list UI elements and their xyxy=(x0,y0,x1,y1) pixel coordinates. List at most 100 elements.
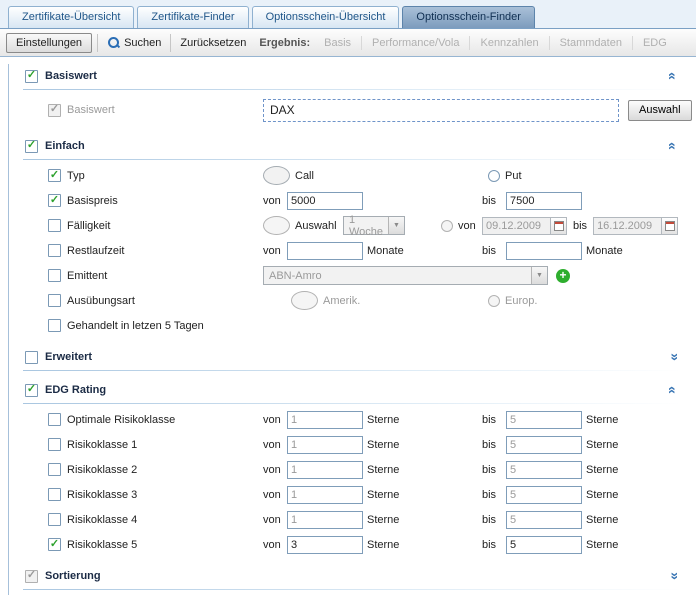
datum-bis-input[interactable] xyxy=(593,217,661,235)
checkbox-section-edg-rating[interactable] xyxy=(25,384,38,397)
bis-input[interactable] xyxy=(506,536,582,554)
expand-icon[interactable] xyxy=(666,350,680,364)
basiswert-row-label: Basiswert xyxy=(67,104,263,116)
radio-datum-zeitraum[interactable] xyxy=(441,220,453,232)
collapse-icon[interactable] xyxy=(666,139,680,153)
von-label: von xyxy=(263,439,287,451)
radio-call[interactable] xyxy=(263,166,290,185)
add-emittent-icon[interactable] xyxy=(556,269,570,283)
bis-input[interactable] xyxy=(506,511,582,529)
result-tab-stammdaten[interactable]: Stammdaten xyxy=(555,37,627,49)
checkbox-risikoklasse-5[interactable] xyxy=(48,538,61,551)
europ-label: Europ. xyxy=(505,295,537,307)
calendar-button[interactable] xyxy=(661,217,678,235)
section-header-erweitert: Erweitert xyxy=(9,345,696,369)
sterne-label: Sterne xyxy=(586,464,618,476)
checkbox-risikoklasse-2[interactable] xyxy=(48,463,61,476)
radio-auswahl-zeitraum[interactable] xyxy=(263,216,290,235)
checkbox-faelligkeit[interactable] xyxy=(48,219,61,232)
dropdown-arrow-icon xyxy=(388,217,404,234)
zeitraum-select[interactable]: 1 Woche xyxy=(343,216,405,235)
bis-label: bis xyxy=(482,245,506,257)
bis-input[interactable] xyxy=(506,461,582,479)
emittent-row: Emittent ABN-Amro xyxy=(9,263,696,288)
emittent-select[interactable]: ABN-Amro xyxy=(263,266,548,285)
tab-bar: Zertifikate-Übersicht Zertifikate-Finder… xyxy=(0,0,696,29)
checkbox-risikoklasse-4[interactable] xyxy=(48,513,61,526)
radio-put[interactable] xyxy=(488,170,500,182)
von-input[interactable] xyxy=(287,411,363,429)
tab-optionsschein-finder[interactable]: Optionsschein-Finder xyxy=(402,6,535,28)
von-input[interactable] xyxy=(287,511,363,529)
result-tab-basis[interactable]: Basis xyxy=(319,37,356,49)
basispreis-von-input[interactable] xyxy=(287,192,363,210)
calendar-icon xyxy=(665,221,675,231)
suchen-button[interactable]: Suchen xyxy=(103,36,165,49)
collapse-icon[interactable] xyxy=(666,383,680,397)
von-input[interactable] xyxy=(287,461,363,479)
section-edg-rating: EDG Rating Optimale Risikoklasse von Ste… xyxy=(9,378,696,557)
sterne-label: Sterne xyxy=(586,489,618,501)
checkbox-gehandelt[interactable] xyxy=(48,319,61,332)
toolbar-separator xyxy=(97,34,98,52)
datum-von-input[interactable] xyxy=(482,217,550,235)
checkbox-risikoklasse-3[interactable] xyxy=(48,488,61,501)
checkbox-basiswert[interactable] xyxy=(48,104,61,117)
checkbox-section-basiswert[interactable] xyxy=(25,70,38,83)
checkbox-optimale-risikoklasse[interactable] xyxy=(48,413,61,426)
checkbox-emittent[interactable] xyxy=(48,269,61,282)
row-label: Risikoklasse 1 xyxy=(67,439,263,451)
separator xyxy=(23,370,682,371)
einstellungen-button[interactable]: Einstellungen xyxy=(6,33,92,53)
restlaufzeit-bis-input[interactable] xyxy=(506,242,582,260)
datum-von-field xyxy=(482,217,567,235)
tab-zertifikate-finder[interactable]: Zertifikate-Finder xyxy=(137,6,248,28)
tab-zertifikate-uebersicht[interactable]: Zertifikate-Übersicht xyxy=(8,6,134,28)
sterne-label: Sterne xyxy=(367,464,482,476)
radio-amerik[interactable] xyxy=(291,291,318,310)
result-tab-kennzahlen[interactable]: Kennzahlen xyxy=(475,37,543,49)
amerik-option: Amerik. xyxy=(263,291,488,310)
von-input[interactable] xyxy=(287,486,363,504)
bis-input[interactable] xyxy=(506,436,582,454)
risikoklasse-5-row: Risikoklasse 5 von Sterne bis Sterne xyxy=(9,532,696,557)
section-title: EDG Rating xyxy=(45,384,106,396)
checkbox-section-sortierung[interactable] xyxy=(25,570,38,583)
checkbox-section-einfach[interactable] xyxy=(25,140,38,153)
result-tab-performance-vola[interactable]: Performance/Vola xyxy=(367,37,464,49)
typ-row: Typ Call Put xyxy=(9,163,696,188)
monate-label: Monate xyxy=(586,245,623,257)
result-tab-edg[interactable]: EDG xyxy=(638,37,672,49)
bis-input[interactable] xyxy=(506,411,582,429)
calendar-button[interactable] xyxy=(550,217,567,235)
collapse-icon[interactable] xyxy=(666,69,680,83)
search-icon xyxy=(107,36,120,49)
von-input[interactable] xyxy=(287,436,363,454)
auswahl-button[interactable]: Auswahl xyxy=(628,100,692,121)
sterne-label: Sterne xyxy=(586,539,618,551)
checkbox-section-erweitert[interactable] xyxy=(25,351,38,364)
faelligkeit-label: Fälligkeit xyxy=(67,220,263,232)
checkbox-risikoklasse-1[interactable] xyxy=(48,438,61,451)
risikoklasse-3-row: Risikoklasse 3 von Sterne bis Sterne xyxy=(9,482,696,507)
tab-optionsschein-uebersicht[interactable]: Optionsschein-Übersicht xyxy=(252,6,400,28)
checkbox-typ[interactable] xyxy=(48,169,61,182)
checkbox-ausuebungsart[interactable] xyxy=(48,294,61,307)
row-label: Optimale Risikoklasse xyxy=(67,414,263,426)
separator xyxy=(23,159,682,160)
toolbar-separator xyxy=(469,36,470,50)
basispreis-bis-input[interactable] xyxy=(506,192,582,210)
separator xyxy=(23,589,682,590)
zuruecksetzen-button[interactable]: Zurücksetzen xyxy=(176,37,250,49)
basiswert-input[interactable] xyxy=(263,99,619,122)
von-input[interactable] xyxy=(287,536,363,554)
radio-europ[interactable] xyxy=(488,295,500,307)
expand-icon[interactable] xyxy=(666,569,680,583)
bis-input[interactable] xyxy=(506,486,582,504)
checkbox-basispreis[interactable] xyxy=(48,194,61,207)
checkbox-restlaufzeit[interactable] xyxy=(48,244,61,257)
section-title: Erweitert xyxy=(45,351,92,363)
restlaufzeit-von-input[interactable] xyxy=(287,242,363,260)
basispreis-row: Basispreis von bis xyxy=(9,188,696,213)
section-header-basiswert: Basiswert xyxy=(9,64,696,88)
